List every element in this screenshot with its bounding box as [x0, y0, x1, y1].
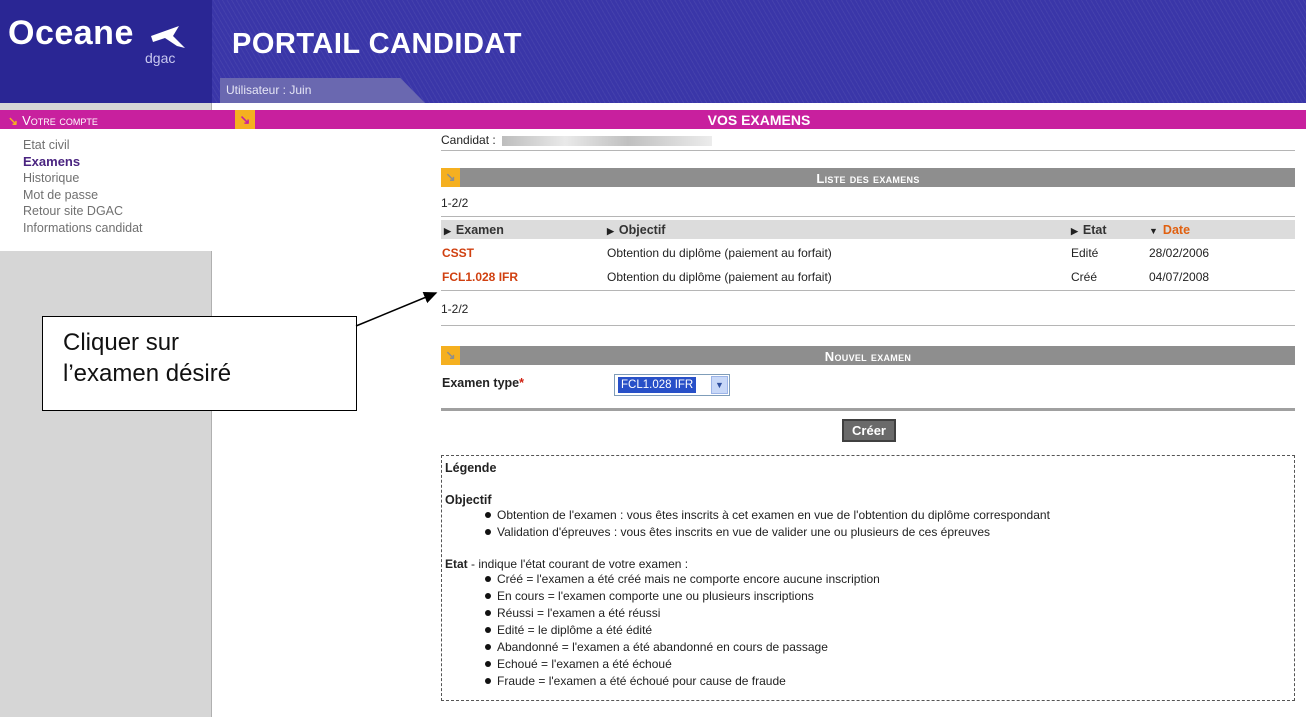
- divider: [441, 150, 1295, 151]
- examen-type-select[interactable]: FCL1.028 IFR ▼: [614, 374, 730, 396]
- list-item: Edité = le diplôme a été édité: [485, 622, 1294, 639]
- sidebar-item-etat-civil[interactable]: Etat civil: [23, 137, 212, 154]
- col-date[interactable]: ▼ Date: [1149, 223, 1190, 237]
- list-item: Echoué = l'examen a été échoué: [485, 656, 1294, 673]
- page-title: VOS EXAMENS: [707, 112, 811, 128]
- cell-etat: Edité: [1071, 246, 1099, 260]
- logo[interactable]: Oceane dgac: [0, 0, 212, 103]
- list-section-title: Liste des examens: [816, 171, 920, 186]
- table-row: CSST Obtention du diplôme (paiement au f…: [441, 241, 1295, 265]
- legend-etat-list: Créé = l'examen a été créé mais ne compo…: [445, 571, 1294, 690]
- triangle-right-icon: ▶: [1071, 226, 1078, 236]
- logo-subtitle: dgac: [145, 50, 176, 66]
- divider: [441, 325, 1295, 326]
- cell-date: 04/07/2008: [1149, 270, 1210, 284]
- callout-line: Cliquer sur: [63, 329, 180, 356]
- sidebar-title: Votre compte: [22, 113, 98, 128]
- sidebar-header: ↘ Votre compte: [0, 110, 212, 129]
- list-item: Créé = l'examen a été créé mais ne compo…: [485, 571, 1294, 588]
- list-item: Obtention de l'examen : vous êtes inscri…: [485, 507, 1294, 524]
- examen-type-label: Examen type*: [442, 376, 524, 390]
- select-value: FCL1.028 IFR: [618, 377, 697, 393]
- pagination-count: 1-2/2: [441, 302, 469, 316]
- legend-objectif-list: Obtention de l'examen : vous êtes inscri…: [445, 507, 1294, 541]
- portal-title: PORTAIL CANDIDAT: [232, 28, 522, 60]
- user-label: Utilisateur : Juin: [226, 83, 312, 97]
- sidebar-item-informations[interactable]: Informations candidat: [23, 220, 212, 237]
- examen-link[interactable]: CSST: [442, 246, 474, 260]
- candidat-info: Candidat :: [441, 133, 712, 147]
- sidebar-item-retour-site[interactable]: Retour site DGAC: [23, 203, 212, 220]
- list-item: Réussi = l'examen a été réussi: [485, 605, 1294, 622]
- cell-objectif: Obtention du diplôme (paiement au forfai…: [607, 270, 832, 284]
- cell-objectif: Obtention du diplôme (paiement au forfai…: [607, 246, 832, 260]
- col-objectif[interactable]: ▶ Objectif: [607, 223, 665, 237]
- new-section-header: ↘ Nouvel examen: [441, 346, 1295, 365]
- callout-line: l’examen désiré: [63, 360, 232, 387]
- list-item: Validation d'épreuves : vous êtes inscri…: [485, 524, 1294, 541]
- sidebar-item-mot-de-passe[interactable]: Mot de passe: [23, 187, 212, 204]
- legend-objectif-heading: Objectif: [445, 493, 492, 507]
- col-etat[interactable]: ▶ Etat: [1071, 223, 1107, 237]
- create-button[interactable]: Créer: [842, 419, 896, 442]
- table-header: ▶ Examen ▶ Objectif ▶ Etat ▼ Date: [441, 220, 1295, 239]
- divider: [441, 408, 1295, 411]
- list-item: Fraude = l'examen a été échoué pour caus…: [485, 673, 1294, 690]
- new-section-title: Nouvel examen: [824, 349, 912, 364]
- divider: [441, 290, 1295, 291]
- main-title-bar: ↘ VOS EXAMENS: [212, 110, 1306, 129]
- table-row: FCL1.028 IFR Obtention du diplôme (paiem…: [441, 265, 1295, 289]
- header-banner: PORTAIL CANDIDAT Utilisateur : Juin: [212, 0, 1306, 103]
- arrow-icon: ↘: [8, 114, 19, 128]
- legend-box: Légende Objectif Obtention de l'examen :…: [441, 455, 1295, 701]
- page-root: Oceane dgac PORTAIL CANDIDAT Utilisateur…: [0, 0, 1306, 717]
- list-item: En cours = l'examen comporte une ou plus…: [485, 588, 1294, 605]
- cell-etat: Créé: [1071, 270, 1098, 284]
- divider: [441, 216, 1295, 217]
- user-tab: Utilisateur : Juin: [220, 78, 425, 103]
- legend-title: Légende: [445, 461, 497, 475]
- callout-box: Cliquer sur l’examen désiré: [42, 316, 357, 411]
- logo-text: Oceane: [8, 14, 134, 52]
- list-section-header: ↘ Liste des examens: [441, 168, 1295, 187]
- sidebar-item-examens[interactable]: Examens: [23, 154, 212, 171]
- candidat-redacted: [501, 135, 712, 146]
- candidat-label: Candidat :: [441, 133, 496, 147]
- sidebar-item-historique[interactable]: Historique: [23, 170, 212, 187]
- triangle-down-icon: ▼: [1149, 226, 1158, 236]
- examen-link[interactable]: FCL1.028 IFR: [442, 270, 518, 284]
- legend-etat-heading: Etat - indique l'état courant de votre e…: [445, 557, 689, 571]
- pagination-count: 1-2/2: [441, 196, 469, 210]
- list-item: Abandonné = l'examen a été abandonné en …: [485, 639, 1294, 656]
- plane-icon: [151, 26, 185, 48]
- chevron-down-icon[interactable]: ▼: [711, 376, 728, 394]
- cell-date: 28/02/2006: [1149, 246, 1210, 260]
- triangle-right-icon: ▶: [444, 226, 451, 236]
- col-examen[interactable]: ▶ Examen: [444, 223, 504, 237]
- triangle-right-icon: ▶: [607, 226, 614, 236]
- sidebar-menu: Etat civil Examens Historique Mot de pas…: [0, 129, 212, 251]
